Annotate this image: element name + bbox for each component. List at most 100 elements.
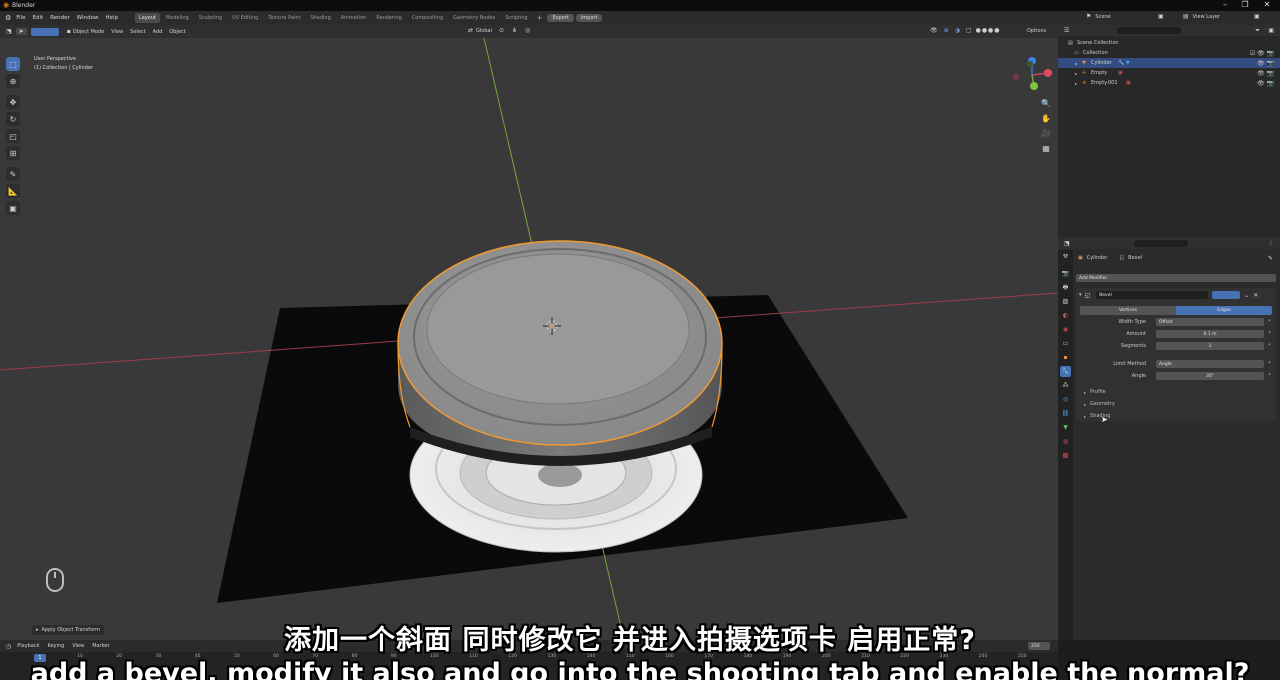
- select-box-tool[interactable]: ⬚: [6, 57, 20, 71]
- object-tab-icon[interactable]: ▪: [1060, 352, 1071, 363]
- options-dropdown[interactable]: Options: [1027, 28, 1046, 34]
- world-tab-icon[interactable]: ◉: [1060, 324, 1071, 335]
- visibility-icon[interactable]: 👁: [930, 27, 938, 34]
- proportional-edit-icon[interactable]: ◎: [525, 27, 530, 34]
- remove-modifier-icon[interactable]: ✕: [1253, 292, 1258, 299]
- transform-orientation[interactable]: ⇄ Global ⊙ ⋔ ◎: [468, 27, 530, 34]
- width-type-field[interactable]: Offset: [1156, 318, 1264, 326]
- tab-animation[interactable]: Animation: [337, 13, 371, 23]
- select-arrow-icon[interactable]: ➤: [15, 28, 27, 35]
- cursor-tool[interactable]: ⊕: [6, 74, 20, 88]
- menu-render[interactable]: Render: [50, 15, 70, 21]
- camera-icon[interactable]: 🎥: [1040, 127, 1052, 139]
- menu-help[interactable]: Help: [105, 15, 118, 21]
- scale-tool[interactable]: ◰: [6, 129, 20, 143]
- add-modifier-dropdown[interactable]: Add Modifier: [1076, 274, 1276, 282]
- scene-selector[interactable]: ⚑ Scene: [1086, 13, 1111, 20]
- pan-hand-icon[interactable]: ✋: [1040, 112, 1052, 124]
- annotate-tool[interactable]: ✎: [6, 167, 20, 181]
- amount-field[interactable]: 0.1 m: [1156, 330, 1264, 338]
- measure-tool[interactable]: 📐: [6, 184, 20, 198]
- limit-method-field[interactable]: Angle: [1156, 360, 1264, 368]
- keyframe-dot-icon[interactable]: •: [1268, 318, 1271, 324]
- view-layer-selector[interactable]: ▤ View Layer: [1183, 13, 1220, 20]
- properties-search-field[interactable]: [1133, 239, 1188, 247]
- import-button[interactable]: Import: [575, 14, 603, 22]
- tab-uv-editing[interactable]: UV Editing: [228, 13, 262, 23]
- export-button[interactable]: Export: [547, 14, 574, 22]
- properties-editor-icon[interactable]: ⬔: [1064, 240, 1070, 247]
- 3d-viewport[interactable]: User Perspective (1) Collection | Cylind…: [0, 25, 1058, 640]
- tab-texture-paint[interactable]: Texture Paint: [264, 13, 304, 23]
- add-workspace-button[interactable]: +: [537, 14, 543, 22]
- visibility-icons[interactable]: ☑ 👁 📷: [1250, 50, 1274, 57]
- zoom-icon[interactable]: 🔍: [1040, 97, 1052, 109]
- output-tab-icon[interactable]: 🖶: [1060, 282, 1071, 293]
- physics-tab-icon[interactable]: ◎: [1060, 394, 1071, 405]
- collection-tab-icon[interactable]: ▭: [1060, 338, 1071, 349]
- visibility-icons[interactable]: 👁 📷: [1257, 70, 1274, 77]
- move-tool[interactable]: ✥: [6, 95, 20, 109]
- gizmo-icon[interactable]: ⊕: [944, 27, 949, 34]
- collapse-arrow-icon[interactable]: ▾: [1079, 292, 1082, 298]
- material-tab-icon[interactable]: ◍: [1060, 436, 1071, 447]
- subpanel-profile[interactable]: ▸ Profile: [1084, 389, 1106, 395]
- outliner-item-scene-collection[interactable]: ▤ Scene Collection: [1058, 38, 1280, 48]
- pin-breadcrumb-icon[interactable]: ✎: [1268, 255, 1273, 262]
- grid-ortho-icon[interactable]: ▦: [1040, 142, 1052, 154]
- new-collection-icon[interactable]: ▣: [1268, 27, 1274, 34]
- expand-arrow-icon[interactable]: ▸: [1075, 61, 1077, 66]
- keyframe-dot-icon[interactable]: •: [1268, 372, 1271, 378]
- tab-layout[interactable]: Layout: [134, 13, 160, 23]
- keyframe-dot-icon[interactable]: •: [1268, 330, 1271, 336]
- modifier-menu-icon[interactable]: ⌄: [1244, 292, 1249, 299]
- shading-modes-icon[interactable]: ●●●●: [976, 27, 1001, 34]
- viewport-menu-object[interactable]: Object: [169, 29, 185, 35]
- pin-icon[interactable]: ⋮: [1268, 240, 1274, 247]
- expand-arrow-icon[interactable]: ▸: [1075, 81, 1077, 86]
- object-mode-dropdown[interactable]: Object Mode: [73, 29, 105, 35]
- filter-icon[interactable]: ⏷: [1255, 27, 1260, 35]
- tab-rendering[interactable]: Rendering: [372, 13, 406, 23]
- xray-icon[interactable]: ▢: [966, 27, 972, 34]
- viewport-menu-add[interactable]: Add: [153, 29, 163, 35]
- texture-tab-icon[interactable]: ▩: [1060, 450, 1071, 461]
- keyframe-dot-icon[interactable]: •: [1268, 360, 1271, 366]
- snap-icon[interactable]: ⋔: [512, 27, 517, 34]
- data-tab-icon[interactable]: ▼: [1060, 422, 1071, 433]
- viewport-menu-select[interactable]: Select: [130, 29, 145, 35]
- editor-type-icon[interactable]: ⬔: [6, 28, 12, 35]
- tab-scripting[interactable]: Scripting: [501, 13, 531, 23]
- affect-tab-edges[interactable]: Edges: [1176, 306, 1272, 315]
- tab-sculpting[interactable]: Sculpting: [195, 13, 226, 23]
- outliner-item-empty-001[interactable]: ▸ ✛ Empty.001 👁 📷 ▣: [1058, 78, 1280, 88]
- particles-tab-icon[interactable]: ⁂: [1060, 380, 1071, 391]
- viewport-menu-view[interactable]: View: [111, 29, 123, 35]
- tab-geometry-nodes[interactable]: Geometry Nodes: [449, 13, 499, 23]
- maximize-icon[interactable]: ❐: [1237, 0, 1253, 9]
- menu-file[interactable]: File: [16, 15, 25, 21]
- menu-edit[interactable]: Edit: [33, 15, 44, 21]
- view-layer-tab-icon[interactable]: ▨: [1060, 296, 1071, 307]
- minimize-icon[interactable]: –: [1217, 0, 1233, 9]
- angle-field[interactable]: 30°: [1156, 372, 1264, 380]
- tab-modeling[interactable]: Modeling: [162, 13, 193, 23]
- render-tab-icon[interactable]: 📷: [1060, 268, 1071, 279]
- select-mode-icons[interactable]: [30, 27, 59, 36]
- tab-compositing[interactable]: Compositing: [408, 13, 447, 23]
- segments-field[interactable]: 1: [1156, 342, 1264, 350]
- subpanel-geometry[interactable]: ▸ Geometry: [1084, 401, 1115, 407]
- modifier-toggle-icons[interactable]: [1212, 291, 1241, 299]
- visibility-icons[interactable]: 👁 📷: [1257, 60, 1274, 67]
- affect-tab-vertices[interactable]: Vertices: [1080, 306, 1176, 315]
- tab-shading[interactable]: Shading: [306, 13, 334, 23]
- keyframe-dot-icon[interactable]: •: [1268, 342, 1271, 348]
- close-icon[interactable]: ✕: [1259, 0, 1275, 9]
- transform-tool[interactable]: ⊞: [6, 146, 20, 160]
- modifier-tab-icon[interactable]: 🔧: [1060, 366, 1071, 377]
- rotate-tool[interactable]: ↻: [6, 112, 20, 126]
- outliner-search-field[interactable]: [1117, 27, 1182, 34]
- pivot-icon[interactable]: ⊙: [499, 27, 504, 34]
- modifier-name-field[interactable]: Bevel: [1096, 291, 1209, 299]
- outliner-item-empty[interactable]: ▸ ✛ Empty 👁 📷 ▣: [1058, 68, 1280, 78]
